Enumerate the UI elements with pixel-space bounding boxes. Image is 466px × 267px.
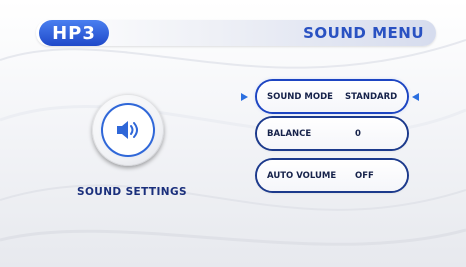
selection-left-arrow-icon — [241, 93, 248, 101]
brand-logo: HP3 — [39, 20, 109, 46]
sound-settings-caption: SOUND SETTINGS — [77, 186, 187, 198]
menu-item-label: BALANCE — [267, 128, 312, 139]
menu-item-auto-volume[interactable]: AUTO VOLUME OFF — [257, 160, 407, 191]
selection-right-arrow-icon — [412, 93, 419, 101]
page-title: SOUND MENU — [303, 24, 424, 42]
menu-item-value: OFF — [355, 170, 374, 181]
menu-item-sound-mode[interactable]: SOUND MODE STANDARD — [257, 81, 407, 112]
menu-item-balance[interactable]: BALANCE 0 — [257, 118, 407, 149]
menu-item-value: 0 — [355, 128, 361, 139]
menu-item-label: AUTO VOLUME — [267, 170, 337, 181]
speaker-icon — [117, 121, 138, 139]
speaker-icon-frame — [103, 105, 153, 155]
menu-item-label: SOUND MODE — [267, 91, 333, 102]
menu-item-value: STANDARD — [345, 91, 398, 102]
sound-settings-icon-button — [92, 94, 164, 166]
